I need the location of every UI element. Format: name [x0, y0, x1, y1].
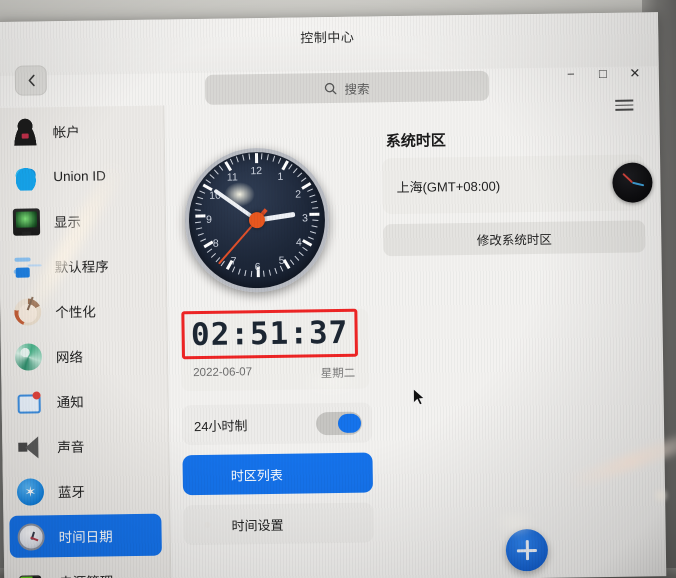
sidebar-item-label: 帐户	[52, 124, 80, 141]
control-center-window: 控制中心 搜索 − □ ✕ 帐户 Union ID 显示 默认程序 个性化 网络…	[0, 12, 667, 578]
battery-icon	[18, 568, 45, 578]
clock-numeral: 5	[278, 254, 285, 267]
clock-icon	[17, 522, 45, 551]
speaker-icon	[16, 433, 43, 460]
sidebar: 帐户 Union ID 显示 默认程序 个性化 网络 通知 声音 ✶ 蓝牙 时间…	[0, 105, 171, 578]
toggle-knob	[337, 413, 362, 433]
timezone-row[interactable]: 上海(GMT+08:00)	[382, 154, 653, 215]
time-settings-label: 时间设置	[231, 517, 284, 534]
system-timezone-title: 系统时区	[385, 132, 446, 151]
back-button[interactable]	[14, 65, 48, 96]
titlebar: 控制中心 搜索 − □ ✕	[0, 12, 659, 111]
digital-clock-card: 02:51:37 2022-06-07 星期二	[180, 308, 370, 392]
sidebar-item-union-id[interactable]: Union ID	[4, 154, 157, 198]
sidebar-item-personalization[interactable]: 个性化	[6, 289, 159, 333]
clock-numeral: 2	[295, 188, 302, 201]
notification-icon	[15, 388, 42, 415]
timezone-list-label: 时区列表	[230, 467, 283, 484]
digital-time: 02:51:37	[190, 314, 349, 354]
digital-time-highlight: 02:51:37	[181, 308, 359, 360]
change-timezone-label: 修改系统时区	[476, 232, 552, 248]
minimize-icon: −	[566, 65, 575, 82]
add-timezone-fab[interactable]	[505, 528, 549, 572]
bluetooth-icon	[16, 477, 45, 506]
hour24-row[interactable]: 24小时制	[181, 402, 373, 446]
timezone-name: 上海(GMT+08:00)	[396, 178, 501, 195]
location-pin-icon	[197, 465, 217, 485]
search-icon	[325, 82, 337, 94]
mini-clock-icon	[612, 162, 653, 203]
close-button[interactable]: ✕	[621, 60, 649, 84]
clock-numeral: 9	[205, 213, 212, 226]
digital-weekday: 星期二	[320, 367, 356, 381]
maximize-icon: □	[598, 65, 607, 81]
clock-tick-major	[254, 153, 258, 164]
hour24-toggle[interactable]	[315, 411, 363, 435]
screen-photo: 控制中心 搜索 − □ ✕ 帐户 Union ID 显示 默认程序 个性化 网络…	[0, 0, 676, 578]
hour24-label: 24小时制	[193, 417, 248, 434]
mini-clock-hand-minute	[632, 181, 645, 187]
window-controls: − □ ✕	[557, 60, 649, 85]
clock-numeral: 7	[230, 255, 237, 268]
maximize-button[interactable]: □	[589, 61, 617, 85]
clock-numeral: 4	[295, 236, 302, 249]
chevron-left-icon	[28, 74, 35, 87]
change-timezone-button[interactable]: 修改系统时区	[383, 220, 646, 257]
gear-icon	[197, 515, 217, 535]
sidebar-item-label: 显示	[53, 214, 82, 231]
clock-numeral: 6	[254, 261, 261, 274]
display-icon	[12, 207, 41, 236]
sidebar-item-notifications[interactable]: 通知	[7, 379, 160, 423]
search-placeholder: 搜索	[344, 81, 370, 97]
sidebar-item-label: 网络	[55, 349, 84, 366]
sidebar-item-power[interactable]: 电源管理	[10, 559, 163, 578]
minimize-button[interactable]: −	[557, 61, 585, 85]
sidebar-item-display[interactable]: 显示	[5, 199, 158, 243]
sidebar-item-account[interactable]: 帐户	[3, 109, 156, 153]
clock-numeral: 12	[250, 165, 263, 178]
sidebar-item-network[interactable]: 网络	[7, 334, 160, 378]
account-icon	[11, 117, 39, 146]
clock-numeral: 8	[212, 237, 219, 250]
system-timezone-panel: 系统时区 上海(GMT+08:00) 修改系统时区	[377, 98, 666, 578]
sidebar-item-datetime[interactable]: 时间日期	[9, 513, 162, 558]
sidebar-item-label: 默认程序	[54, 259, 109, 276]
sidebar-item-label: Union ID	[53, 167, 106, 184]
datetime-panel: 1 2 3 4 5 6 7 8 9 10 11 12 02:51:37 2022-06-07 星期二 …	[169, 102, 378, 578]
timezone-list-row[interactable]: 时区列表	[182, 452, 374, 496]
analog-clock: 1 2 3 4 5 6 7 8 9 10 11 12	[183, 147, 331, 294]
palette-icon	[14, 297, 42, 326]
clock-numeral: 1	[277, 171, 284, 184]
default-apps-icon	[13, 253, 40, 280]
clock-numeral: 3	[301, 212, 308, 225]
time-settings-row[interactable]: 时间设置	[183, 502, 374, 546]
digital-date: 2022-06-07	[193, 366, 253, 380]
sidebar-item-default-apps[interactable]: 默认程序	[5, 244, 158, 288]
sidebar-item-label: 声音	[57, 439, 85, 456]
sidebar-item-bluetooth[interactable]: 蓝牙	[9, 469, 162, 513]
search-input[interactable]: 搜索	[204, 70, 490, 105]
sidebar-item-label: 电源管理	[59, 570, 113, 578]
sidebar-item-label: 通知	[56, 394, 84, 411]
cloud-icon	[12, 162, 40, 191]
sidebar-item-label: 时间日期	[58, 529, 113, 546]
sidebar-item-sound[interactable]: 声音	[8, 424, 161, 468]
close-icon: ✕	[629, 64, 641, 81]
page-title: 控制中心	[300, 29, 355, 46]
sidebar-item-label: 个性化	[55, 304, 96, 321]
sidebar-item-label: 蓝牙	[57, 484, 86, 501]
globe-icon	[14, 342, 43, 371]
